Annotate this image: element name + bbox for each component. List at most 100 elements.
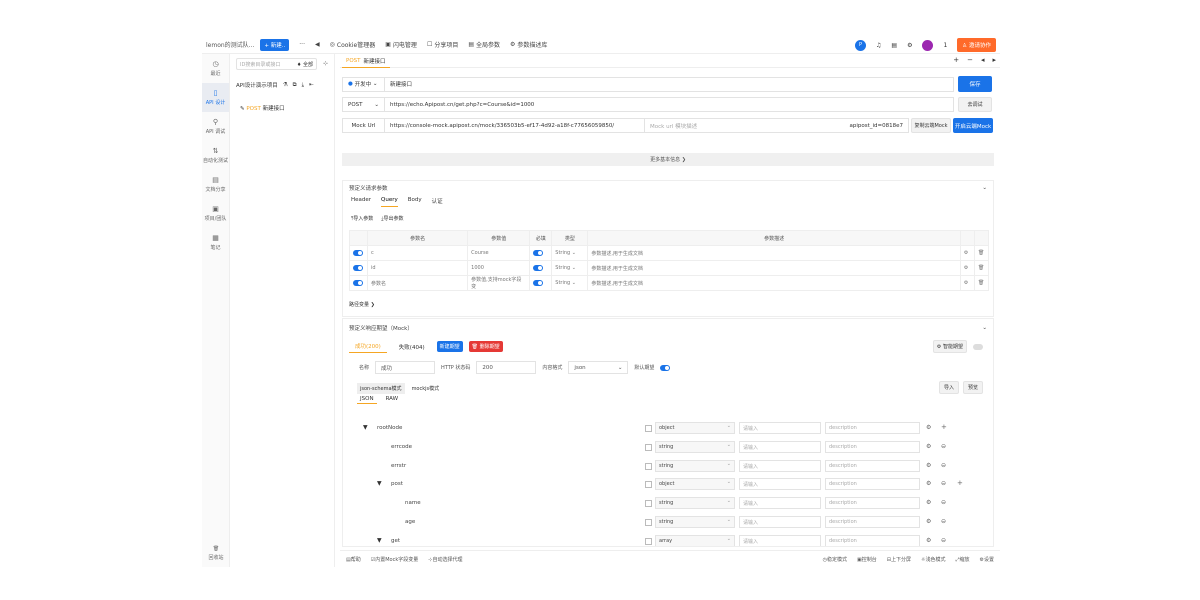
tab-success[interactable]: 成功(200)	[349, 340, 387, 353]
settings-icon[interactable]: ⚙	[926, 518, 931, 525]
import-params-button[interactable]: ⤒导入参数	[351, 215, 373, 222]
settings-icon[interactable]: ⚙	[959, 260, 975, 276]
field-name[interactable]: rootNode	[377, 425, 402, 431]
export-params-button[interactable]: ⤓导出参数	[381, 215, 403, 222]
status-code-input[interactable]: 200	[476, 361, 537, 374]
required-checkbox[interactable]	[645, 462, 652, 470]
minimize-icon[interactable]: −	[967, 56, 973, 64]
smart-expect-toggle[interactable]	[973, 343, 983, 350]
team-selector[interactable]: lemon的测试队...	[206, 40, 254, 49]
tab-body[interactable]: Body	[408, 195, 422, 207]
global-params[interactable]: ▤ 全局参数	[468, 40, 500, 49]
open-mock-button[interactable]: 开启云端Mock	[953, 118, 993, 133]
expand-icon[interactable]: ▼	[377, 480, 382, 487]
enable-toggle[interactable]	[353, 264, 363, 271]
help-button[interactable]: ▤帮助	[346, 556, 361, 563]
enable-toggle[interactable]	[353, 279, 363, 286]
field-name[interactable]: errcode	[391, 444, 412, 450]
add-child-icon[interactable]: +	[957, 479, 963, 487]
method-select[interactable]: POST ⌄	[342, 97, 384, 112]
light-mode-button[interactable]: ☼浅色模式	[921, 556, 946, 563]
description-input[interactable]: description	[825, 478, 920, 491]
download-icon[interactable]: ⤓	[302, 82, 304, 89]
field-type-select[interactable]: string	[655, 497, 735, 510]
param-library[interactable]: ⚙ 参数描述库	[510, 40, 547, 49]
param-desc-cell[interactable]: 参数描述,用于生成文档	[587, 275, 961, 291]
new-folder-icon[interactable]: ⚗	[283, 82, 288, 88]
settings-icon[interactable]: ⚙	[959, 275, 975, 291]
nav-team[interactable]: ▣ 项目/团队	[202, 199, 229, 228]
param-name-cell[interactable]: 参数名	[367, 275, 469, 291]
mock-input[interactable]: 请输入	[739, 440, 821, 453]
tab-query[interactable]: Query	[381, 195, 398, 207]
remove-icon[interactable]: ⊖	[941, 462, 946, 469]
user-badge[interactable]: P	[855, 39, 867, 51]
copy-mock-button[interactable]: 复制云端Mock	[911, 118, 951, 133]
delete-icon[interactable]: 🗑	[973, 260, 990, 276]
field-type-select[interactable]: array	[655, 534, 735, 546]
remove-icon[interactable]: ⊖	[941, 499, 946, 506]
tab-json[interactable]: JSON	[357, 395, 377, 404]
required-checkbox[interactable]	[645, 500, 652, 508]
mock-desc-input[interactable]: Mock url 模块描述 apipost_id=0818e7	[644, 118, 909, 133]
param-value-cell[interactable]: 参数值,支持mock字段变	[467, 275, 531, 291]
mock-vars-button[interactable]: ☑内置Mock字段变量	[371, 556, 419, 563]
toolbar-back[interactable]: ◀	[315, 41, 320, 48]
preview-button[interactable]: 预览	[962, 381, 983, 394]
chevron-down-icon[interactable]: ⌄	[982, 325, 987, 331]
param-type-select[interactable]: String ⌄	[551, 275, 589, 291]
expect-name-input[interactable]: 成功	[375, 361, 436, 374]
required-checkbox[interactable]	[645, 481, 652, 489]
settings-icon[interactable]: ⚙	[926, 537, 931, 544]
param-name-cell[interactable]: c	[367, 245, 469, 261]
required-checkbox[interactable]	[645, 425, 652, 432]
required-checkbox[interactable]	[645, 443, 652, 451]
save-button[interactable]: 保存	[958, 76, 992, 92]
param-value-cell[interactable]: Course	[467, 245, 531, 261]
required-toggle[interactable]	[533, 279, 544, 286]
param-value-cell[interactable]: 1000	[467, 260, 531, 276]
tab-auth[interactable]: 认证	[432, 195, 443, 207]
field-name[interactable]: get	[391, 538, 400, 544]
console-button[interactable]: ▣控制台	[857, 556, 877, 563]
add-icon[interactable]: ⊹	[323, 60, 328, 67]
avatar[interactable]	[922, 39, 934, 51]
required-checkbox[interactable]	[645, 537, 652, 545]
field-name[interactable]: post	[391, 481, 403, 487]
add-tab-icon[interactable]: +	[953, 56, 959, 64]
expand-icon[interactable]: ▼	[363, 424, 368, 431]
nav-notes[interactable]: ▦ 笔记	[202, 228, 229, 257]
invite-button[interactable]: ♙ 邀请协作	[957, 38, 996, 52]
chevron-down-icon[interactable]: ⌄	[982, 185, 987, 191]
collapse-icon[interactable]: ⇤	[309, 82, 314, 88]
field-type-select[interactable]: object	[655, 478, 735, 491]
add-expect-button[interactable]: 新建期望	[436, 341, 463, 352]
enable-toggle[interactable]	[353, 249, 363, 256]
tab-json-schema[interactable]: json-schema模式	[357, 383, 405, 394]
tab-fail[interactable]: 失败(404)	[393, 341, 431, 353]
field-name[interactable]: age	[405, 519, 415, 525]
param-desc-cell[interactable]: 参数描述,用于生成文档	[587, 245, 961, 261]
stable-mode-button[interactable]: ◷稳定模式	[823, 556, 847, 563]
settings-icon[interactable]: ⚙	[926, 424, 931, 431]
flash-manager[interactable]: ▣ 闪电管理	[385, 40, 417, 49]
copy-icon[interactable]: ⧉	[293, 82, 297, 89]
settings-icon[interactable]: ⚙	[926, 480, 931, 487]
field-type-select[interactable]: object	[655, 422, 735, 434]
content-type-select[interactable]: json ⌄	[568, 361, 629, 374]
nav-auto-test[interactable]: ⇅ 自动化测试	[202, 141, 229, 170]
param-type-select[interactable]: String ⌄	[551, 245, 589, 261]
param-name-cell[interactable]: id	[367, 260, 469, 276]
tab-header[interactable]: Header	[351, 195, 371, 207]
settings-icon[interactable]: ⚙	[907, 42, 912, 49]
debug-button[interactable]: 去调试	[958, 97, 992, 112]
new-button[interactable]: + 新建..	[260, 38, 290, 51]
required-toggle[interactable]	[533, 264, 544, 271]
description-input[interactable]: description	[825, 497, 920, 510]
auto-proxy-button[interactable]: ⊹自动选择代理	[428, 556, 462, 563]
field-name[interactable]: errstr	[391, 463, 406, 469]
smart-expect-button[interactable]: ⚙ 智能期望	[932, 340, 967, 353]
more-info-toggle[interactable]: 更多基本信息 ❯	[342, 153, 994, 166]
field-type-select[interactable]: string	[655, 516, 735, 528]
status-select[interactable]: ● 开发中 ⌄	[342, 76, 384, 92]
